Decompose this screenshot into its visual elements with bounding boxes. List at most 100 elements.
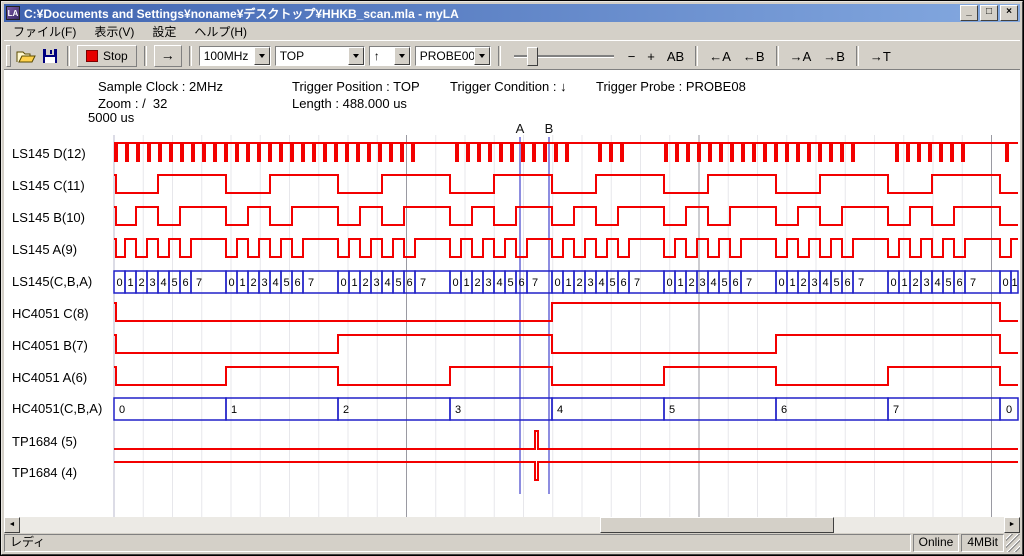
bus-value: 7 <box>308 277 314 289</box>
channel-wave <box>114 207 1018 225</box>
bus-value: 7 <box>858 277 864 289</box>
bus-value: 6 <box>182 277 188 289</box>
bus-value: 5 <box>833 277 839 289</box>
bus-value: 1 <box>351 277 357 289</box>
app-icon: LA <box>6 6 20 20</box>
goto-trigger-button[interactable]: →T <box>864 48 897 65</box>
chevron-down-icon[interactable] <box>348 47 364 65</box>
trigger-edge-combo[interactable]: ↑ <box>369 46 411 66</box>
menu-file[interactable]: ファイル(F) <box>4 22 85 41</box>
toolbar-separator <box>67 46 70 66</box>
zoom-in-button[interactable]: + <box>641 48 661 65</box>
bus-value: 1 <box>677 277 683 289</box>
toolbar-separator <box>776 46 779 66</box>
bus-value: 2 <box>362 277 368 289</box>
goto-marker-a-button[interactable]: ←A <box>703 48 737 65</box>
bus-value: 1 <box>789 277 795 289</box>
chevron-down-icon[interactable] <box>394 47 410 65</box>
waveform-area: Sample Clock : 2MHz Trigger Position : T… <box>4 69 1020 520</box>
bus-value: 0 <box>666 277 672 289</box>
scroll-right-icon[interactable]: ► <box>1004 517 1020 533</box>
horizontal-scrollbar[interactable]: ◄ ► <box>4 517 1020 533</box>
bus-value: 7 <box>420 277 426 289</box>
menu-view[interactable]: 表示(V) <box>85 22 143 41</box>
status-online-badge: Online <box>913 534 960 552</box>
bus-value: 0 <box>116 277 122 289</box>
trigger-position-combo[interactable]: TOP <box>275 46 365 66</box>
probe-combo[interactable]: PROBE00 <box>415 46 491 66</box>
status-bar: レディ Online 4MBit <box>4 533 1020 552</box>
bus-value: 5 <box>609 277 615 289</box>
chevron-down-icon[interactable] <box>474 47 490 65</box>
bus-value: 7 <box>746 277 752 289</box>
save-icon[interactable] <box>38 46 62 66</box>
bus-value: 0 <box>340 277 346 289</box>
bus-value: 3 <box>485 277 491 289</box>
toolbar-grip[interactable] <box>6 45 11 67</box>
bus-value: 0 <box>890 277 896 289</box>
window-title: C:¥Documents and Settings¥noname¥デスクトップ¥… <box>24 5 958 22</box>
bus-value: 0 <box>778 277 784 289</box>
bus-value: 0 <box>1006 404 1012 416</box>
bus-value: 7 <box>532 277 538 289</box>
open-file-icon[interactable] <box>14 46 38 66</box>
channel-wave: 0123456701234567012345670123456701234567… <box>114 271 1018 293</box>
scrollbar-thumb[interactable] <box>600 517 834 533</box>
set-marker-b-button[interactable]: →B <box>817 48 851 65</box>
menu-settings[interactable]: 設定 <box>143 22 185 41</box>
bus-value: 1 <box>463 277 469 289</box>
maximize-button[interactable]: □ <box>980 5 998 21</box>
run-button[interactable]: → <box>154 45 182 67</box>
bus-value: 0 <box>119 404 125 416</box>
bus-value: 4 <box>710 277 716 289</box>
zoom-slider[interactable] <box>514 46 614 66</box>
resize-grip-icon[interactable] <box>1006 534 1020 552</box>
toolbar: Stop → 100MHz TOP ↑ PROBE00 − + AB ←A <box>4 40 1020 71</box>
bus-value: 4 <box>272 277 278 289</box>
menu-help[interactable]: ヘルプ(H) <box>185 22 256 41</box>
toolbar-separator <box>498 46 501 66</box>
ab-span-button[interactable]: AB <box>661 48 690 65</box>
close-button[interactable]: × <box>1000 5 1018 21</box>
set-marker-a-button[interactable]: →A <box>784 48 818 65</box>
bus-cell <box>888 398 1000 420</box>
toolbar-separator <box>189 46 192 66</box>
bus-value: 4 <box>822 277 828 289</box>
bus-value: 3 <box>699 277 705 289</box>
channel-wave <box>114 367 1018 385</box>
channel-wave <box>114 335 1018 353</box>
scroll-left-icon[interactable]: ◄ <box>4 517 20 533</box>
bus-value: 1 <box>901 277 907 289</box>
bus-value: 2 <box>138 277 144 289</box>
bus-value: 4 <box>934 277 940 289</box>
title-bar[interactable]: LA C:¥Documents and Settings¥noname¥デスクト… <box>4 4 1020 22</box>
trigger-edge-value: ↑ <box>370 47 394 65</box>
bus-value: 3 <box>455 404 461 416</box>
bus-value: 1 <box>1011 277 1017 289</box>
bus-value: 3 <box>149 277 155 289</box>
status-memory-badge: 4MBit <box>961 534 1004 552</box>
bus-value: 0 <box>554 277 560 289</box>
bus-cell <box>776 398 888 420</box>
minimize-button[interactable]: _ <box>960 5 978 21</box>
chevron-down-icon[interactable] <box>254 47 270 65</box>
menu-bar: ファイル(F) 表示(V) 設定 ヘルプ(H) <box>4 23 1020 40</box>
sample-clock-combo[interactable]: 100MHz <box>199 46 271 66</box>
bus-value: 5 <box>669 404 675 416</box>
zoom-out-button[interactable]: − <box>622 48 642 65</box>
bus-value: 1 <box>127 277 133 289</box>
marker-b-label: B <box>545 121 554 136</box>
bus-value: 5 <box>283 277 289 289</box>
bus-value: 6 <box>294 277 300 289</box>
bus-value: 6 <box>406 277 412 289</box>
scrollbar-track[interactable] <box>20 517 1004 533</box>
bus-cell <box>664 398 776 420</box>
bus-value: 1 <box>239 277 245 289</box>
stop-button[interactable]: Stop <box>77 45 137 67</box>
toolbar-separator <box>695 46 698 66</box>
bus-value: 7 <box>893 404 899 416</box>
zoom-slider-thumb[interactable] <box>527 47 538 66</box>
goto-marker-b-button[interactable]: ←B <box>737 48 771 65</box>
waveform-plot[interactable]: AB01234567012345670123456701234567012345… <box>4 70 1020 520</box>
bus-value: 4 <box>160 277 166 289</box>
